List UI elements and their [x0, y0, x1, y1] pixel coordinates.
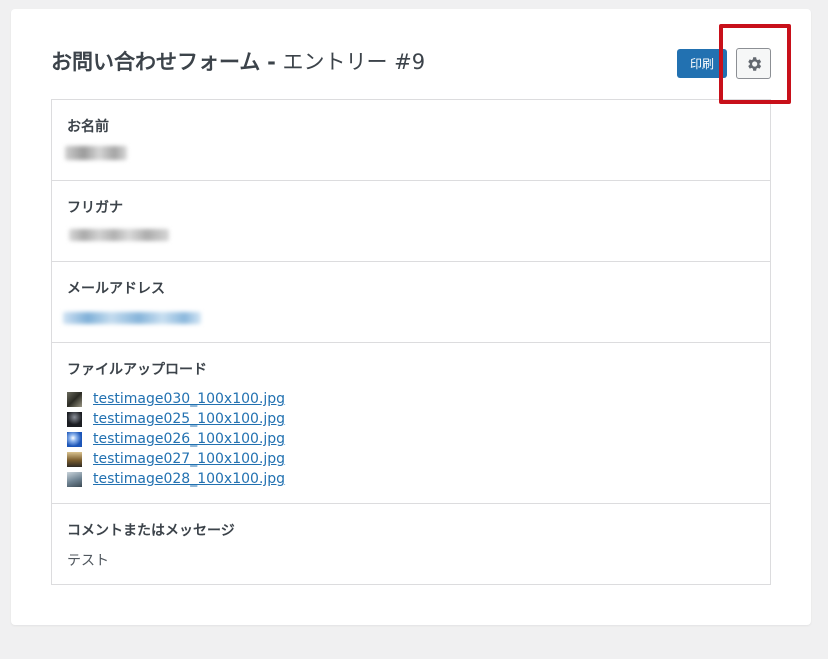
file-list: testimage030_100x100.jpg testimage025_10… — [67, 389, 285, 489]
title-separator: - — [267, 50, 276, 74]
field-label-furigana: フリガナ — [67, 200, 123, 216]
file-item: testimage027_100x100.jpg — [67, 449, 285, 469]
page-title: お問い合わせフォーム - エントリー #9 — [51, 47, 425, 77]
redacted-name — [65, 146, 127, 160]
field-comment: コメントまたはメッセージ テスト — [52, 504, 770, 584]
file-item: testimage026_100x100.jpg — [67, 429, 285, 449]
file-link[interactable]: testimage030_100x100.jpg — [93, 391, 285, 407]
gear-icon — [747, 56, 761, 71]
field-name: お名前 — [52, 100, 770, 181]
field-label-upload: ファイルアップロード — [67, 362, 207, 378]
file-thumbnail — [67, 471, 82, 487]
file-item: testimage030_100x100.jpg — [67, 389, 285, 409]
field-label-email: メールアドレス — [67, 281, 165, 297]
file-thumbnail — [67, 411, 82, 427]
settings-button[interactable] — [736, 48, 771, 79]
file-thumbnail — [67, 391, 82, 407]
field-value-comment: テスト — [67, 553, 109, 569]
file-link[interactable]: testimage025_100x100.jpg — [93, 411, 285, 427]
field-label-name: お名前 — [67, 119, 109, 135]
file-thumbnail — [67, 431, 82, 447]
print-button[interactable]: 印刷 — [677, 49, 727, 78]
entry-label: エントリー #9 — [282, 50, 426, 74]
redacted-email — [63, 312, 201, 324]
file-link[interactable]: testimage026_100x100.jpg — [93, 431, 285, 447]
field-upload: ファイルアップロード testimage030_100x100.jpg test… — [52, 343, 770, 504]
entry-fields: お名前 フリガナ メールアドレス ファイルアップロード testimage030… — [51, 99, 771, 585]
field-label-comment: コメントまたはメッセージ — [67, 523, 235, 539]
field-furigana: フリガナ — [52, 181, 770, 262]
form-name: お問い合わせフォーム — [51, 50, 261, 74]
file-link[interactable]: testimage028_100x100.jpg — [93, 471, 285, 487]
file-thumbnail — [67, 451, 82, 467]
file-link[interactable]: testimage027_100x100.jpg — [93, 451, 285, 467]
file-item: testimage025_100x100.jpg — [67, 409, 285, 429]
field-email: メールアドレス — [52, 262, 770, 343]
file-item: testimage028_100x100.jpg — [67, 469, 285, 489]
entry-card: お問い合わせフォーム - エントリー #9 印刷 お名前 フリガナ メールアドレ… — [11, 9, 811, 625]
redacted-furigana — [69, 229, 169, 241]
